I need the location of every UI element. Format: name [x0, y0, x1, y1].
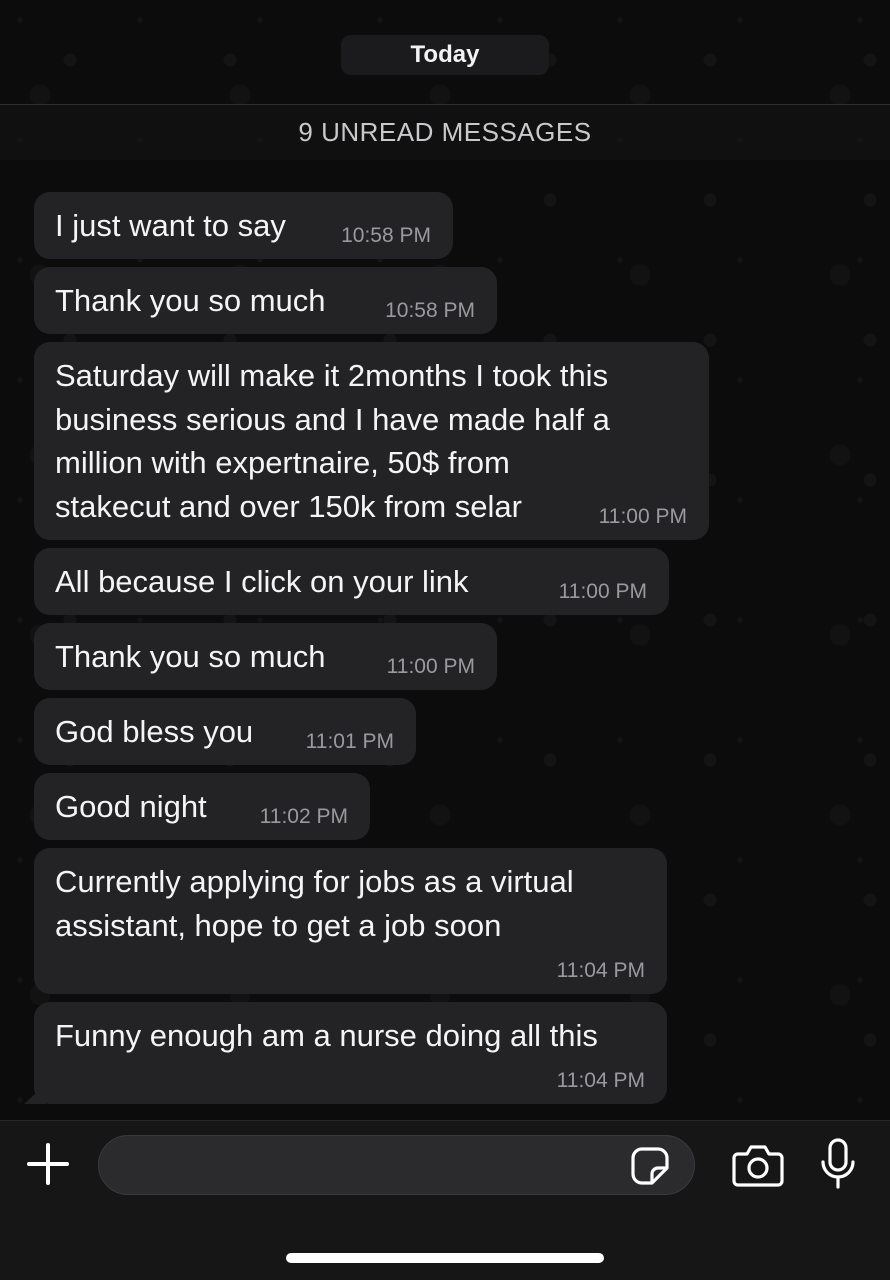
date-label: Today: [410, 41, 480, 68]
sticker-button[interactable]: [630, 1146, 670, 1186]
camera-icon: [732, 1145, 784, 1187]
sticker-icon: [631, 1147, 669, 1185]
message-time: 11:02 PM: [259, 805, 348, 828]
message-time: 11:00 PM: [386, 655, 475, 678]
message-text: All because I click on your link: [55, 564, 469, 599]
message-bubble[interactable]: Thank you so much 11:00 PM: [34, 623, 497, 690]
home-indicator: [286, 1253, 604, 1263]
message-bubble[interactable]: God bless you 11:01 PM: [34, 698, 416, 765]
message-input-field[interactable]: [98, 1135, 695, 1195]
message-text: Thank you so much: [55, 283, 326, 318]
plus-icon: [27, 1143, 69, 1185]
bubble-tail: [24, 1084, 46, 1104]
message-time: 11:04 PM: [556, 959, 645, 982]
message-text: Funny enough am a nurse doing all this: [55, 1018, 598, 1053]
message-bubble[interactable]: Funny enough am a nurse doing all this 1…: [24, 1002, 667, 1104]
voice-message-button[interactable]: [818, 1138, 858, 1190]
message-bubble[interactable]: Good night 11:02 PM: [34, 773, 370, 840]
message-time: 11:00 PM: [598, 505, 687, 528]
chat-background: Today 9 UNREAD MESSAGES I just want to s…: [0, 0, 890, 1120]
date-separator: Today: [341, 35, 549, 75]
message-text: Good night: [55, 789, 207, 824]
message-bubble[interactable]: Saturday will make it 2months I took thi…: [34, 342, 709, 540]
message-time: 11:01 PM: [305, 730, 394, 753]
message-bubble[interactable]: I just want to say 10:58 PM: [34, 192, 453, 259]
message-time: 11:00 PM: [558, 580, 647, 603]
camera-button[interactable]: [732, 1143, 784, 1187]
message-text: Thank you so much: [55, 639, 326, 674]
message-time: 10:58 PM: [341, 224, 431, 247]
message-text: I just want to say: [55, 208, 286, 243]
message-text: Currently applying for jobs as a virtual…: [55, 864, 574, 943]
microphone-icon: [821, 1138, 855, 1189]
unread-messages-divider: 9 UNREAD MESSAGES: [0, 104, 890, 160]
message-text: God bless you: [55, 714, 254, 749]
message-time: 11:04 PM: [556, 1069, 645, 1092]
message-text: Saturday will make it 2months I took thi…: [55, 358, 610, 524]
message-bubble[interactable]: Thank you so much 10:58 PM: [34, 267, 497, 334]
message-bubble[interactable]: Currently applying for jobs as a virtual…: [34, 848, 667, 994]
message-input[interactable]: [99, 1136, 694, 1194]
message-time: 10:58 PM: [385, 299, 475, 322]
attach-button[interactable]: [24, 1140, 72, 1188]
message-bubble[interactable]: All because I click on your link 11:00 P…: [34, 548, 669, 615]
unread-label: 9 UNREAD MESSAGES: [298, 117, 592, 147]
